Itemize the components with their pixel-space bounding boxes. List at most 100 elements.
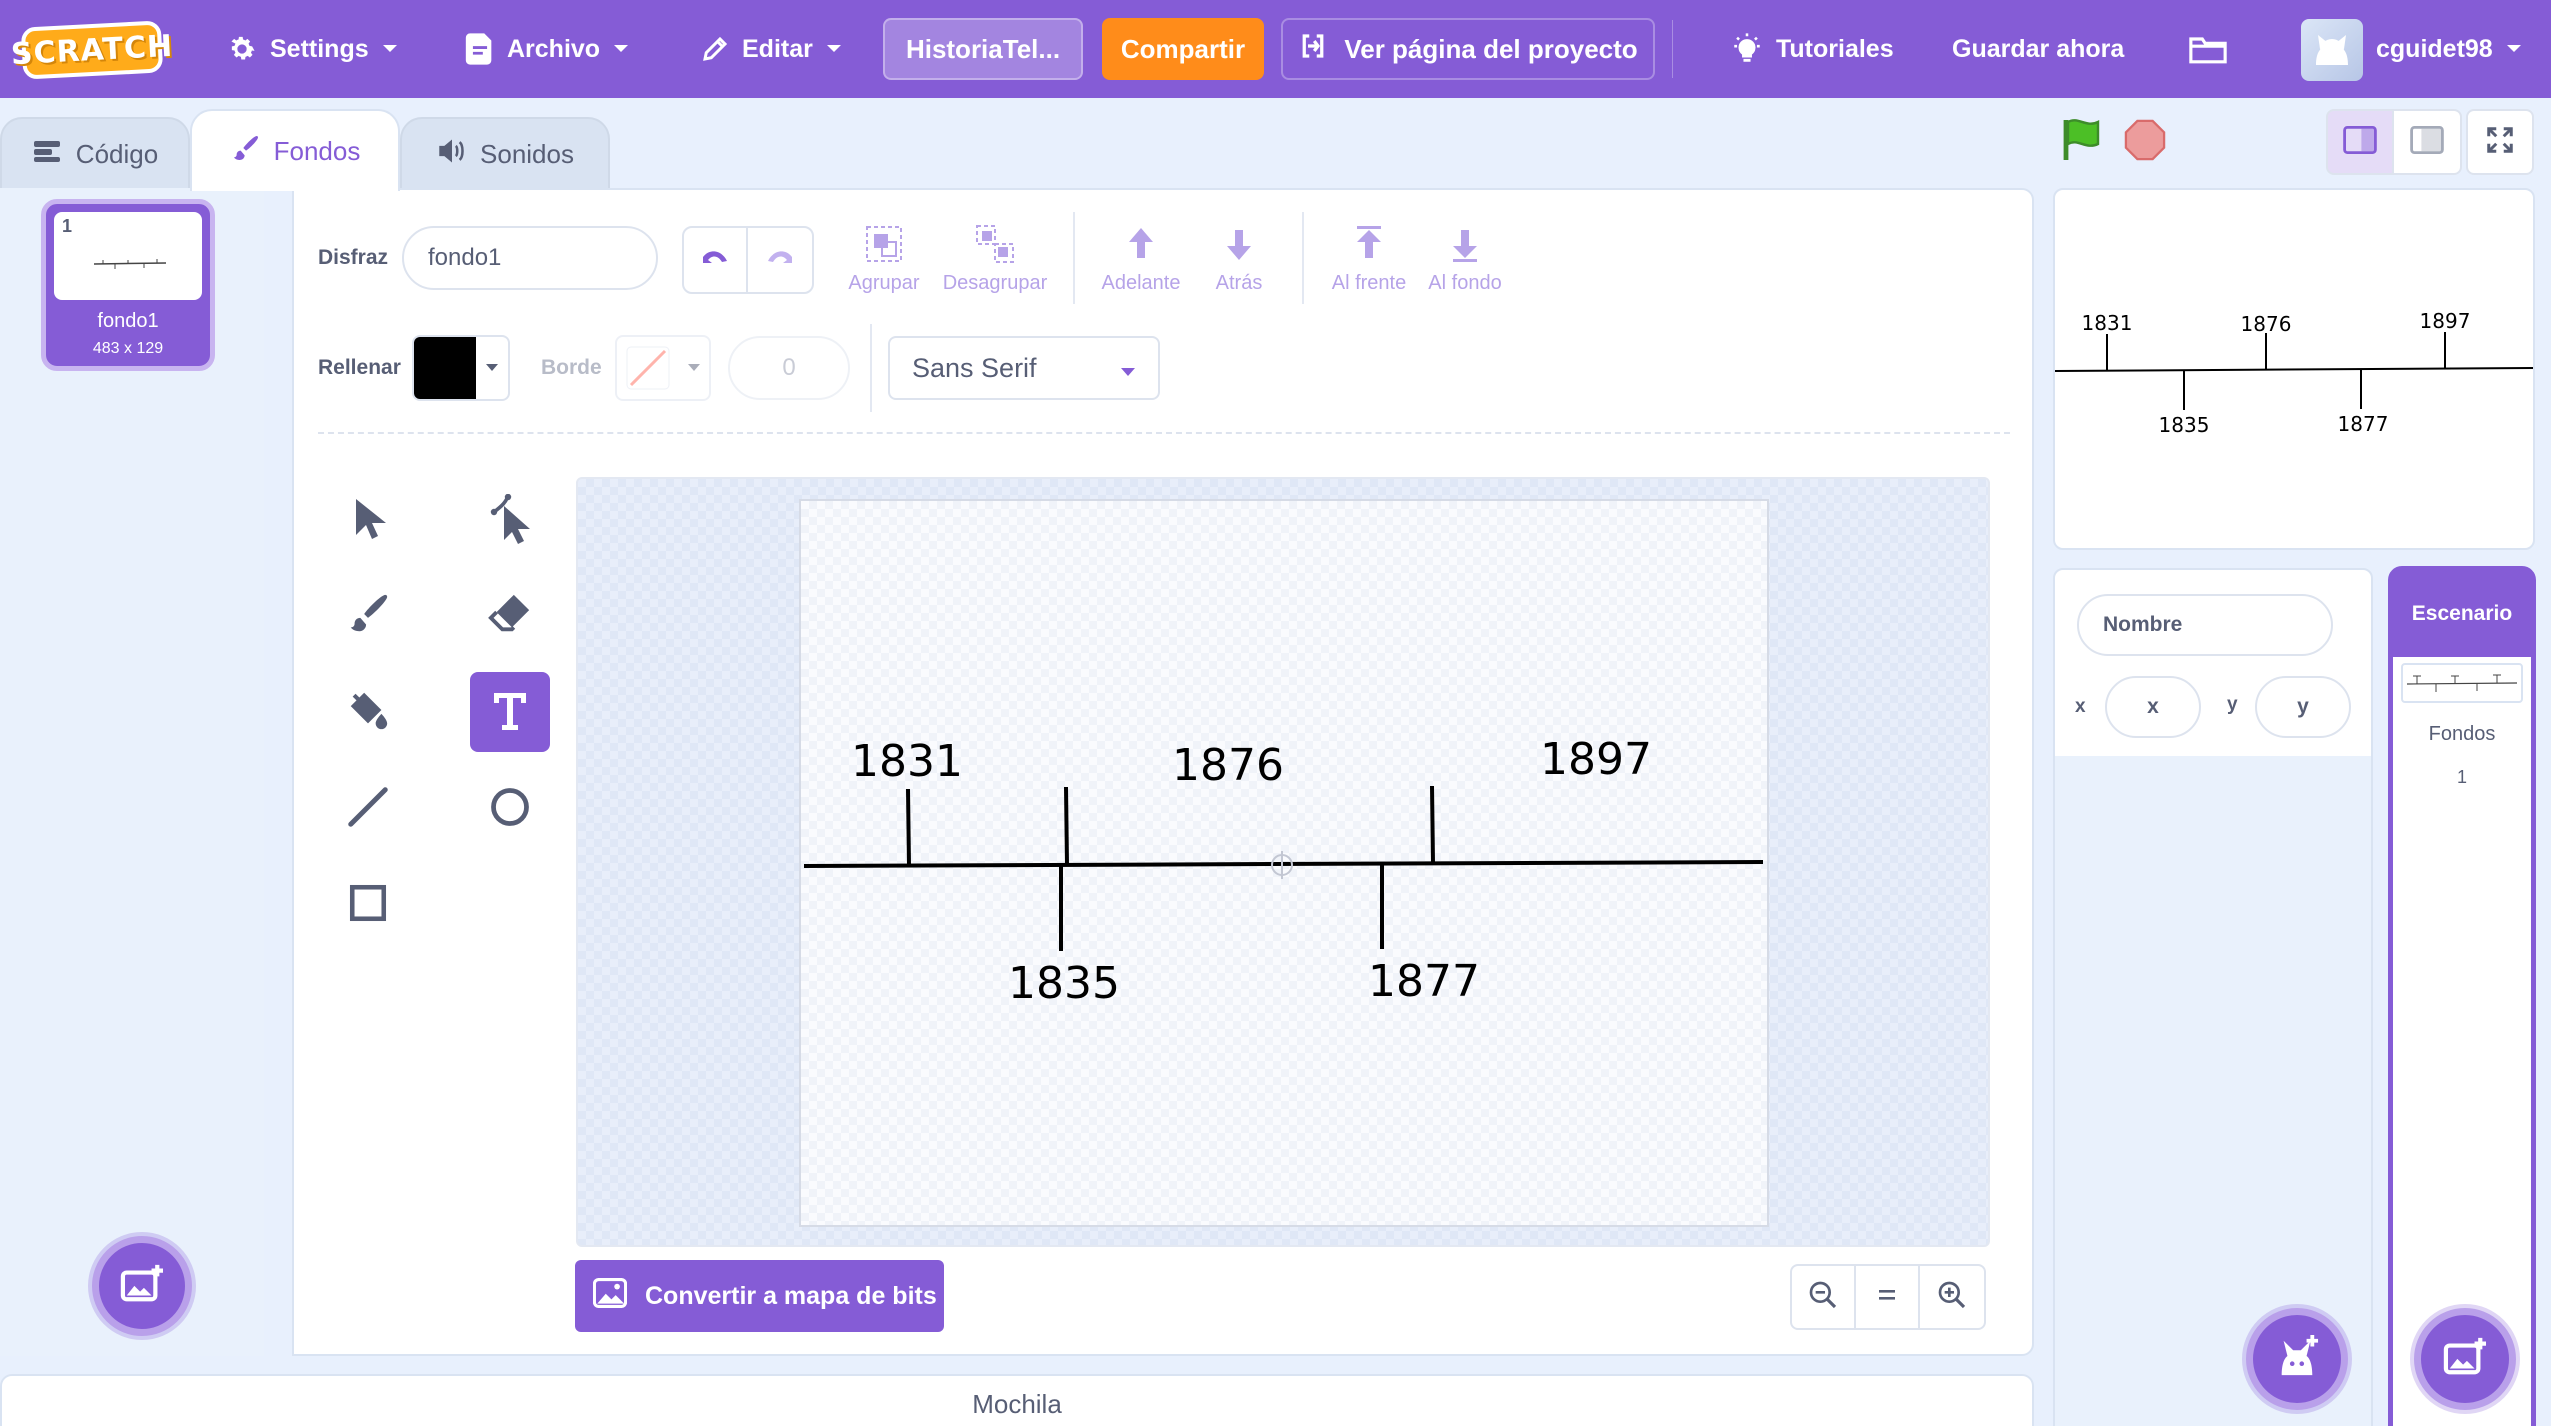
chevron-down-icon (2505, 43, 2523, 55)
backpack[interactable]: Mochila (0, 1374, 2034, 1426)
costume-name-input[interactable]: fondo1 (402, 226, 658, 290)
ungroup-button[interactable]: Desagrupar (940, 216, 1050, 295)
stage-timeline-label: 1877 (2338, 412, 2389, 436)
project-title-input[interactable]: HistoriaTel... (883, 18, 1083, 80)
save-now-button[interactable]: Guardar ahora (1952, 0, 2124, 98)
outline-width-input[interactable]: 0 (728, 336, 850, 400)
undo-button[interactable] (684, 228, 748, 292)
redo-button[interactable] (748, 228, 812, 292)
fullscreen-button[interactable] (2466, 109, 2534, 175)
drawing-canvas[interactable]: 1831 1876 1897 1835 1877 (799, 499, 1769, 1227)
costume-number: 1 (62, 216, 73, 236)
ungroup-icon (940, 216, 1050, 272)
chevron-down-icon (612, 43, 630, 55)
zoom-out-icon (1807, 1279, 1839, 1316)
convert-to-bitmap-button[interactable]: Convertir a mapa de bits (575, 1260, 944, 1332)
share-button[interactable]: Compartir (1102, 18, 1264, 80)
fill-color-picker[interactable] (412, 335, 510, 401)
settings-label: Settings (270, 34, 369, 63)
stage-target-panel[interactable]: Escenario Fondos 1 (2388, 566, 2536, 1426)
font-dropdown[interactable]: Sans Serif (888, 336, 1160, 400)
group-label: Agrupar (848, 272, 920, 294)
folder-icon (2188, 33, 2228, 65)
settings-menu[interactable]: Settings (226, 0, 399, 98)
tutorials-button[interactable]: Tutoriales (1730, 0, 1894, 98)
stage-timeline-label: 1835 (2159, 413, 2210, 437)
y-input[interactable]: y (2255, 676, 2351, 738)
forward-button[interactable]: Adelante (1086, 216, 1196, 295)
pencil-icon (700, 34, 730, 64)
stage-size-controls (2326, 109, 2462, 175)
choose-backdrop-stage-button[interactable] (2414, 1308, 2516, 1410)
green-flag-button[interactable] (2060, 116, 2104, 167)
avatar[interactable] (2301, 19, 2363, 81)
line-tool[interactable] (328, 769, 408, 849)
choose-backdrop-button[interactable] (92, 1236, 192, 1336)
image-icon (592, 1277, 628, 1315)
backward-button[interactable]: Atrás (1184, 216, 1294, 295)
brush-tool[interactable] (328, 576, 408, 656)
stage-timeline-label: 1876 (2241, 312, 2292, 336)
chevron-down-icon (381, 43, 399, 55)
stage-preview[interactable]: 1831 1876 1897 1835 1877 (2053, 188, 2535, 550)
front-label: Al frente (1331, 272, 1407, 294)
no-color-icon (617, 337, 679, 399)
scratch-logo[interactable]: SCRATCH (10, 20, 174, 80)
forward-label: Adelante (1101, 272, 1181, 294)
rectangle-tool[interactable] (328, 865, 408, 945)
tab-code[interactable]: Código (0, 117, 190, 189)
zoom-in-button[interactable] (1920, 1266, 1984, 1328)
x-input[interactable]: x (2105, 676, 2201, 738)
stage-timeline: 1831 1876 1897 1835 1877 (2055, 309, 2533, 437)
menu-bar: SCRATCH Settings Archivo Editar Historia… (0, 0, 2551, 98)
fill-tool[interactable] (328, 672, 408, 752)
see-project-page-button[interactable]: Ver página del proyecto (1281, 18, 1655, 80)
timeline-tick (1430, 785, 1435, 864)
my-stuff-button[interactable] (2188, 0, 2228, 98)
save-now-label: Guardar ahora (1952, 34, 2125, 63)
small-stage-button[interactable] (2326, 109, 2394, 175)
see-project-label: Ver página del proyecto (1344, 33, 1638, 64)
front-button[interactable]: Al frente (1314, 216, 1424, 295)
circle-tool[interactable] (470, 769, 550, 849)
reshape-tool[interactable] (470, 481, 550, 561)
x-label: x (2075, 696, 2086, 717)
toolbar-divider (1073, 212, 1075, 304)
rectangle-icon (347, 882, 389, 929)
costume-thumbnail (54, 212, 202, 300)
stage-timeline-label: 1897 (2420, 309, 2471, 333)
small-stage-icon (2343, 125, 2377, 159)
code-icon (32, 138, 64, 171)
eraser-tool[interactable] (470, 576, 550, 656)
group-button[interactable]: Agrupar (829, 216, 939, 295)
redo-icon (765, 247, 795, 274)
text-tool[interactable] (470, 672, 550, 752)
toolbar-separator (318, 432, 2010, 434)
account-menu[interactable]: cguidet98 (2376, 0, 2523, 98)
stop-button[interactable] (2124, 119, 2166, 166)
caret-down-icon (1120, 353, 1136, 384)
timeline-tick (906, 788, 911, 867)
tab-backdrops[interactable]: Fondos (190, 109, 400, 191)
toolbar-divider (1302, 212, 1304, 304)
large-stage-button[interactable] (2394, 109, 2462, 175)
zoom-reset-button[interactable] (1856, 1266, 1920, 1328)
backward-label: Atrás (1215, 272, 1263, 294)
paint-bucket-icon (345, 687, 391, 738)
select-tool[interactable] (328, 481, 408, 561)
outline-color-picker[interactable] (615, 335, 711, 401)
add-image-icon (119, 1263, 165, 1310)
zoom-controls (1790, 1264, 1986, 1330)
tab-sounds[interactable]: Sonidos (400, 117, 610, 189)
back-button[interactable]: Al fondo (1410, 216, 1520, 295)
timeline-label: 1835 (1008, 958, 1120, 1009)
timeline-axis (803, 860, 1764, 868)
costume-tile-selected[interactable]: 1 fondo1 483 x 129 (41, 199, 215, 371)
choose-sprite-button[interactable] (2246, 1308, 2348, 1410)
edit-menu[interactable]: Editar (700, 0, 843, 98)
file-menu[interactable]: Archivo (465, 0, 630, 98)
sprite-name-input[interactable]: Nombre (2077, 594, 2333, 656)
file-label: Archivo (507, 34, 601, 63)
zoom-out-button[interactable] (1792, 1266, 1856, 1328)
undo-redo-group (682, 226, 814, 294)
